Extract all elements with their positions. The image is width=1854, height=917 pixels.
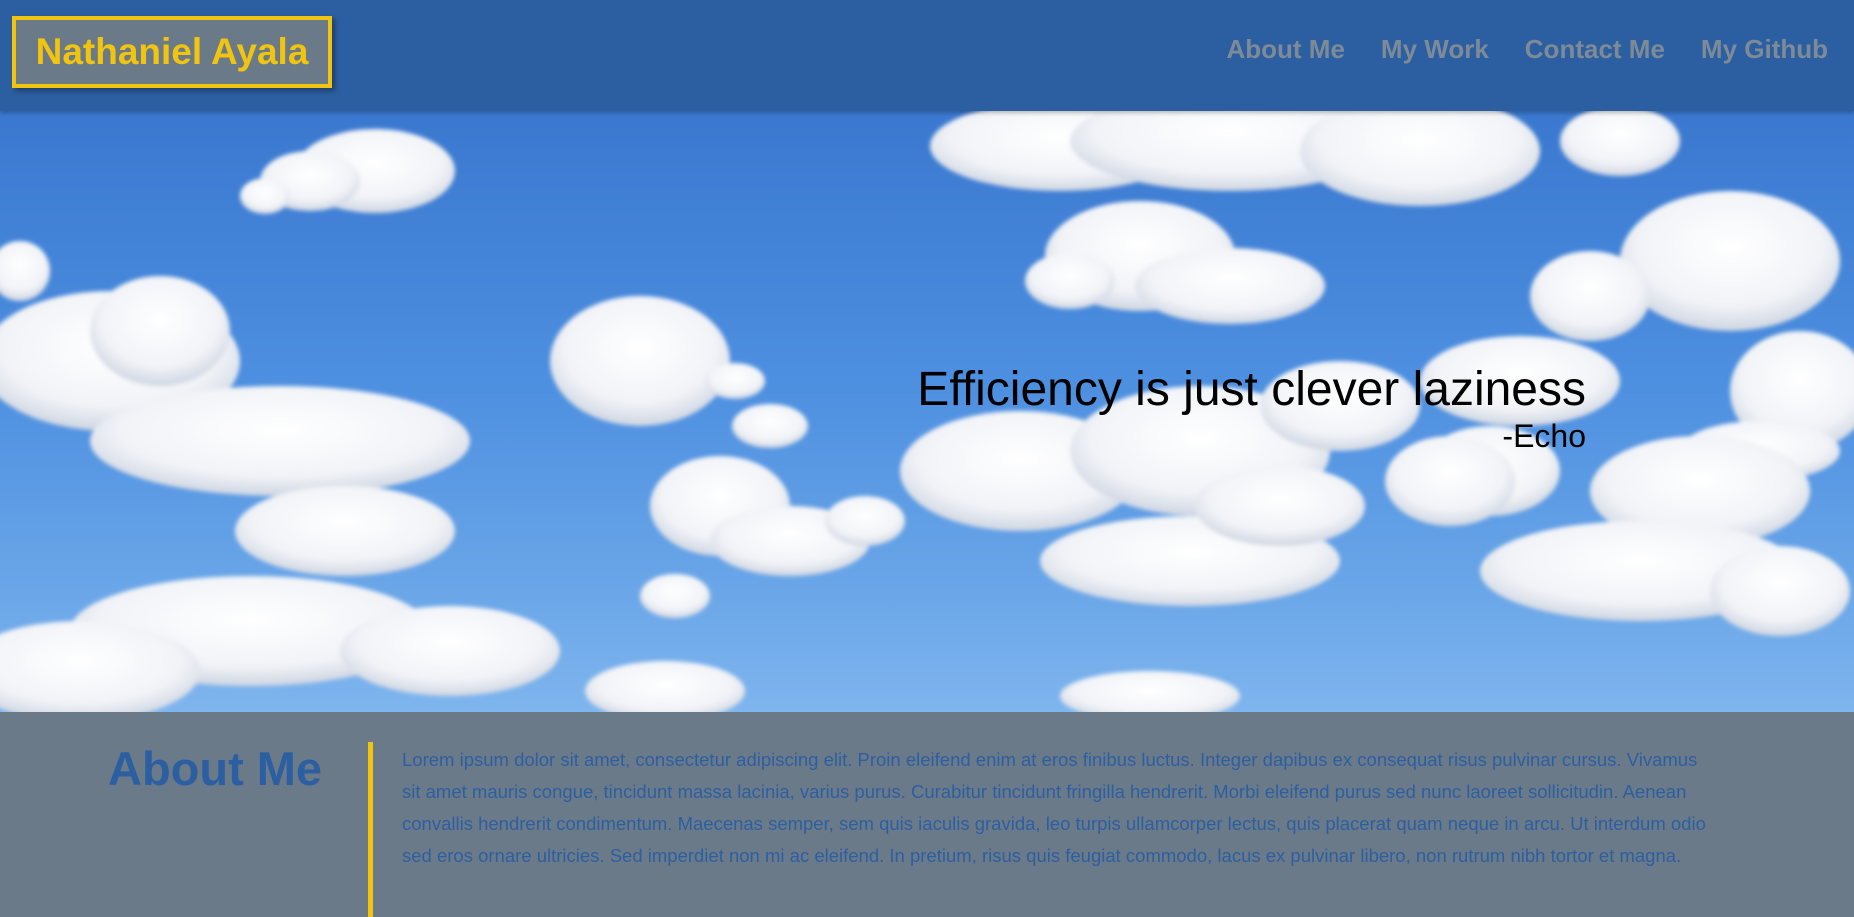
- about-title: About Me: [108, 742, 323, 795]
- nav-my-github[interactable]: My Github: [1701, 34, 1828, 65]
- hero-quote: Efficiency is just clever laziness -Echo: [917, 363, 1586, 455]
- about-body: Lorem ipsum dolor sit amet, consectetur …: [402, 749, 1706, 866]
- nav-about-me[interactable]: About Me: [1226, 34, 1344, 65]
- brand-logo[interactable]: Nathaniel Ayala: [12, 16, 332, 88]
- quote-author: -Echo: [1502, 418, 1586, 454]
- nav-my-work[interactable]: My Work: [1381, 34, 1489, 65]
- about-divider: [368, 742, 373, 917]
- site-header: Nathaniel Ayala About Me My Work Contact…: [0, 0, 1854, 111]
- hero-banner: Efficiency is just clever laziness -Echo: [0, 111, 1854, 712]
- quote-text: Efficiency is just clever laziness: [917, 363, 1586, 416]
- main-nav: About Me My Work Contact Me My Github: [1226, 34, 1828, 65]
- about-section: About Me Lorem ipsum dolor sit amet, con…: [0, 712, 1854, 917]
- nav-contact-me[interactable]: Contact Me: [1525, 34, 1665, 65]
